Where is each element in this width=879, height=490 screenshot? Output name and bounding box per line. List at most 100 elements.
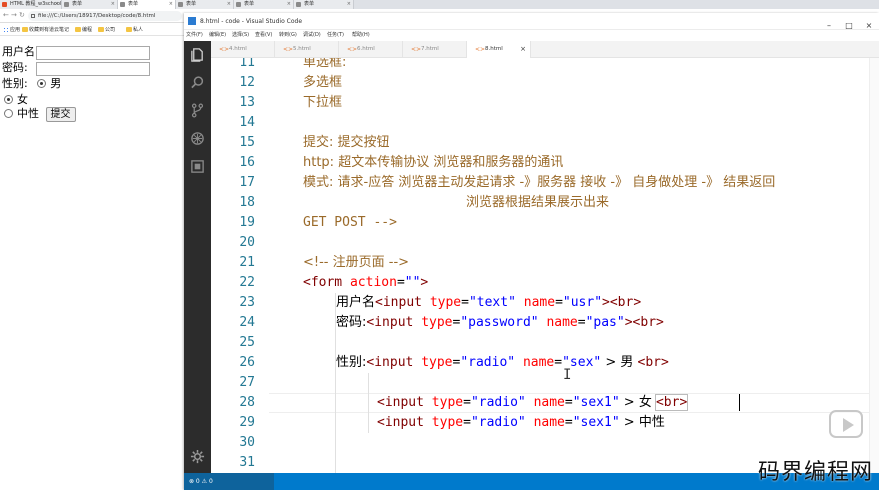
code-line-28: <input type="radio" name="sex1" > 女 <br> [377, 394, 689, 411]
code-line-18: 浏览器根据结果展示出来 [466, 195, 610, 210]
browser-tab[interactable]: 表单 × [294, 0, 354, 9]
browser-tab[interactable]: 表单 × [62, 0, 118, 9]
browser-window: HTML 教程_w3school × 表单 × 表单 × 表单 × 表单 × 表单 × ← … [0, 0, 879, 490]
folder-icon [98, 27, 104, 32]
close-icon[interactable]: × [169, 0, 173, 9]
tab-4-html[interactable]: <> 4.html [211, 41, 275, 58]
browser-tab[interactable]: HTML 教程_w3school × [0, 0, 62, 9]
browser-tab[interactable]: 表单 × [234, 0, 294, 9]
close-icon[interactable]: × [347, 0, 351, 9]
text-cursor [739, 394, 740, 411]
vscode-window: 8.html - code - Visual Studio Code – □ × 文… [184, 13, 879, 490]
html-file-icon: <> [283, 46, 294, 53]
reload-icon[interactable]: ↻ [19, 11, 25, 20]
apps-grid-icon [3, 27, 9, 33]
radio-female[interactable] [4, 95, 13, 104]
close-icon[interactable]: × [287, 0, 291, 9]
line-number: 26 [239, 355, 255, 370]
forward-icon[interactable]: → [11, 11, 17, 20]
radio-neutral[interactable] [4, 109, 13, 118]
url-input[interactable]: file:///C:/Users/18917/Desktop/code/8.ht… [28, 11, 182, 21]
editor-tabs: <> 4.html <> 5.html <> 6.html <> 7.html <> 8.… [211, 41, 879, 58]
submit-button[interactable]: 提交 [45, 107, 76, 122]
close-icon[interactable]: × [111, 0, 115, 9]
bookmark-apps[interactable]: 应用 [3, 26, 20, 34]
tab-5-html[interactable]: <> 5.html [275, 41, 339, 58]
menu-edit[interactable]: 编辑(E) [209, 30, 226, 41]
debug-icon[interactable] [190, 131, 205, 146]
line-number: 19 [239, 215, 255, 230]
code-line-21: <!-- 注册页面 --> [303, 255, 410, 270]
line-number: 29 [239, 415, 255, 430]
tab-6-html[interactable]: <> 6.html [339, 41, 403, 58]
line-number: 21 [239, 255, 255, 270]
line-number: 28 [239, 395, 255, 410]
line-number: 30 [239, 435, 255, 450]
settings-gear-icon[interactable] [190, 449, 205, 464]
menu-go[interactable]: 转到(G) [279, 30, 297, 41]
code-lines: 单选框: 多选框 下拉框 提交: 提交按钮 http: 超文本传输协议 浏览器和… [303, 58, 879, 473]
close-tab-icon[interactable]: × [520, 41, 526, 58]
line-number: 14 [239, 115, 255, 130]
line-number: 20 [239, 235, 255, 250]
line-number-gutter: 11 12 13 14 15 16 17 18 19 20 21 22 23 2… [211, 58, 269, 473]
tab-7-html[interactable]: <> 7.html [403, 41, 467, 58]
code-line-12: 多选框 [303, 75, 343, 90]
bookmark-folder-coding[interactable]: 编程 [75, 26, 92, 34]
code-line-17: 模式: 请求-应答 浏览器主动发起请求 -》服务器 接收 -》 自身做处理 -》… [303, 175, 776, 190]
line-number: 27 [239, 375, 255, 390]
explorer-icon[interactable] [190, 47, 205, 62]
line-number: 18 [239, 195, 255, 210]
code-editor[interactable]: 11 12 13 14 15 16 17 18 19 20 21 22 23 2… [211, 58, 879, 473]
line-number: 11 [239, 58, 255, 70]
close-icon[interactable]: × [227, 0, 231, 9]
tab-8-html[interactable]: <> 8.html × [467, 41, 531, 58]
password-label: 密码: [2, 61, 28, 74]
code-line-23: 用户名<input type="text" name="usr"><br> [336, 295, 642, 310]
vscode-logo-icon [188, 17, 196, 25]
line-number: 22 [239, 275, 255, 290]
document-icon [120, 2, 125, 7]
menu-view[interactable]: 查看(V) [255, 30, 272, 41]
extensions-icon[interactable] [190, 159, 205, 174]
back-icon[interactable]: ← [3, 11, 9, 20]
search-icon[interactable] [190, 75, 205, 90]
window-title: 8.html - code - Visual Studio Code [200, 18, 303, 25]
code-line-16: http: 超文本传输协议 浏览器和服务器的通讯 [303, 155, 564, 170]
bookmarks-bar: 应用 收藏到有道云笔记 编程 公司 私人 [0, 24, 184, 36]
username-input[interactable] [36, 46, 150, 60]
line-number: 15 [239, 135, 255, 150]
document-icon [64, 2, 69, 7]
menu-help[interactable]: 帮助(H) [352, 30, 370, 41]
code-line-29: <input type="radio" name="sex1" > 中性 [377, 415, 665, 430]
address-bar: ← → ↻ file:///C:/Users/18917/Desktop/cod… [0, 9, 184, 23]
mouse-ibeam-cursor: I [563, 367, 572, 383]
username-label: 用户名 [2, 45, 35, 58]
bookmark-youdao[interactable]: 收藏到有道云笔记 [22, 26, 69, 34]
menu-file[interactable]: 文件(F) [186, 30, 203, 41]
browser-tab[interactable]: 表单 × [176, 0, 234, 9]
activity-bar [184, 41, 211, 473]
password-input[interactable] [36, 62, 150, 76]
line-number: 16 [239, 155, 255, 170]
close-icon[interactable]: × [55, 0, 59, 9]
menu-selection[interactable]: 选择(S) [232, 30, 249, 41]
page-icon [31, 14, 35, 18]
menu-tasks[interactable]: 任务(T) [327, 30, 344, 41]
line-number: 13 [239, 95, 255, 110]
bookmark-folder-private[interactable]: 私人 [126, 26, 143, 34]
vscode-titlebar: 8.html - code - Visual Studio Code – □ × [184, 13, 879, 30]
editor-scrollbar[interactable] [869, 58, 879, 473]
code-line-22: <form action=""> [303, 275, 429, 290]
source-control-icon[interactable] [190, 103, 205, 118]
video-play-icon[interactable] [829, 410, 863, 438]
bookmark-folder-company[interactable]: 公司 [98, 26, 115, 34]
browser-tab-active[interactable]: 表单 × [118, 0, 176, 9]
code-line-19: GET POST --> [303, 215, 397, 230]
line-number: 24 [239, 315, 255, 330]
window-controls: – □ × [819, 13, 879, 30]
folder-icon [22, 27, 28, 32]
menu-debug[interactable]: 调试(D) [303, 30, 321, 41]
radio-male[interactable] [37, 79, 47, 88]
problems-status[interactable]: ⊗ 0 ⚠ 0 [184, 473, 274, 490]
